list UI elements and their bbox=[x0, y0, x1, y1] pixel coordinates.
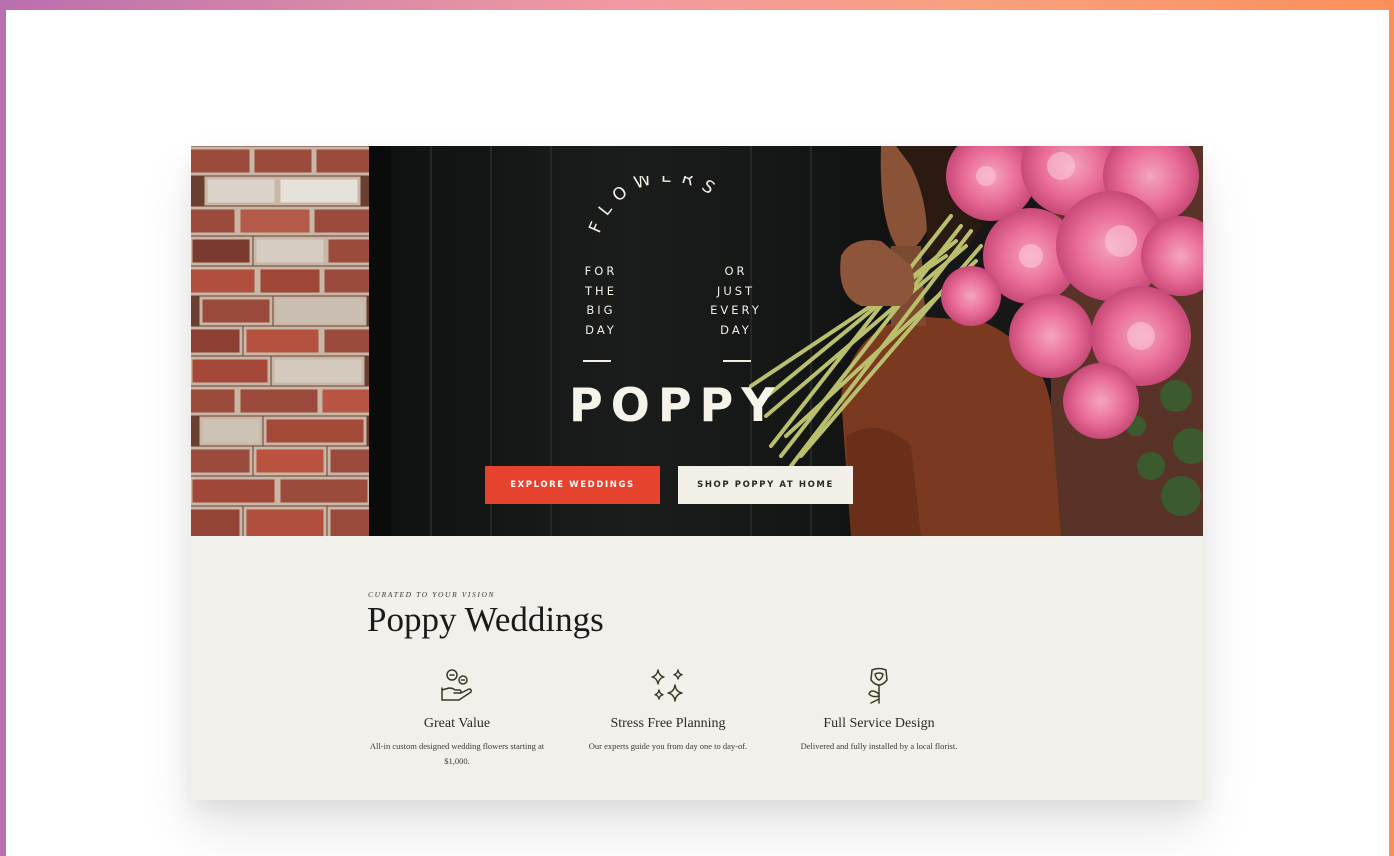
page-canvas: FLOWERS FOR THE BIG DAY OR JUST EVERY DAY POPP… bbox=[6, 10, 1389, 856]
explore-weddings-button[interactable]: EXPLORE WEDDINGS bbox=[485, 466, 660, 504]
hero: FLOWERS FOR THE BIG DAY OR JUST EVERY DAY POPP… bbox=[191, 146, 1203, 536]
shop-poppy-at-home-button[interactable]: SHOP POPPY AT HOME bbox=[678, 466, 853, 504]
divider-left bbox=[583, 360, 611, 362]
rose-icon bbox=[868, 667, 888, 704]
poppy-logo[interactable]: POPPY bbox=[569, 378, 775, 432]
hand-coins-icon bbox=[441, 669, 472, 701]
hero-brand: FLOWERS FOR THE BIG DAY OR JUST EVERY DAY POPP… bbox=[191, 146, 1203, 536]
feature-description: Delivered and fully installed by a local… bbox=[800, 741, 958, 751]
section-title: Poppy Weddings bbox=[367, 600, 604, 639]
feature-great-value: Great Value All-in custom designed weddi… bbox=[367, 666, 547, 768]
divider-right bbox=[723, 360, 751, 362]
feature-title: Great Value bbox=[423, 716, 491, 731]
tagline-left: FOR THE BIG DAY bbox=[584, 264, 618, 337]
feature-stress-free-planning: Stress Free Planning Our experts guide y… bbox=[578, 666, 758, 754]
tagline-right: OR JUST EVERY DAY bbox=[710, 264, 762, 337]
section-kicker: CURATED TO YOUR VISION bbox=[368, 590, 496, 599]
feature-description: Our experts guide you from day one to da… bbox=[588, 741, 748, 751]
flowers-arc-text: FLOWERS bbox=[585, 176, 725, 236]
feature-title: Stress Free Planning bbox=[610, 716, 726, 731]
svg-text:FLOWERS: FLOWERS bbox=[585, 176, 725, 236]
feature-description: All-in custom designed wedding flowers s… bbox=[369, 741, 545, 766]
sparkles-icon bbox=[651, 669, 683, 702]
feature-title: Full Service Design bbox=[823, 716, 935, 731]
website-preview: FLOWERS FOR THE BIG DAY OR JUST EVERY DAY POPP… bbox=[191, 146, 1203, 800]
feature-full-service-design: Full Service Design Delivered and fully … bbox=[789, 666, 969, 754]
